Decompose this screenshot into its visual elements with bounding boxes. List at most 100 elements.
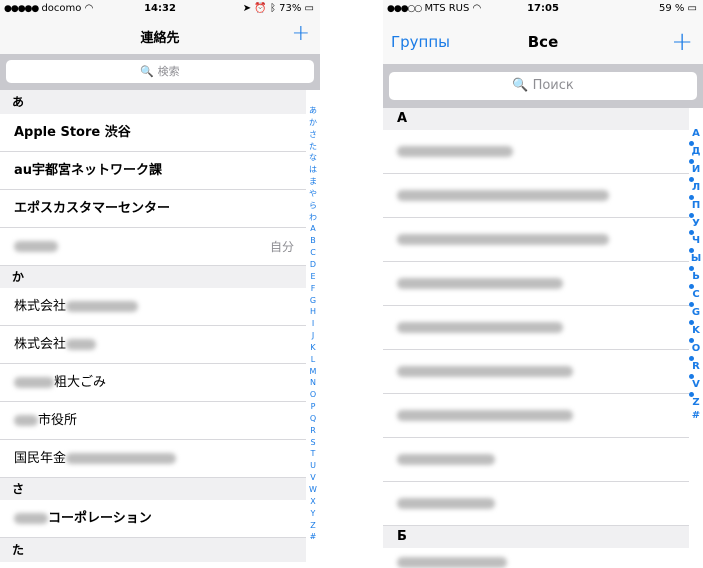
index-letter[interactable]: や [306, 188, 320, 200]
contact-row-redacted[interactable] [383, 218, 689, 262]
contact-name-redacted [14, 228, 58, 266]
index-letter[interactable]: L [306, 354, 320, 366]
index-letter[interactable]: # [306, 531, 320, 543]
index-letter[interactable]: А [689, 128, 703, 141]
section-index[interactable]: あかさたなはまやらわ A B C D E F G H I J K L M N O P Q R S T U V W X Y Z # [306, 105, 320, 543]
index-letter[interactable]: W [306, 484, 320, 496]
contacts-screen-russian: ●●●○○ MTS RUS ◠ 17:05 59 % ▭ Группы Все … [383, 0, 703, 568]
index-letter[interactable]: R [689, 361, 703, 374]
index-letter[interactable]: E [306, 271, 320, 283]
index-letter[interactable]: な [306, 152, 320, 164]
index-letter[interactable]: B [306, 235, 320, 247]
index-letter[interactable]: Ч [689, 235, 703, 248]
contact-row[interactable]: 株式会社 [0, 326, 306, 364]
contact-row-redacted[interactable] [383, 394, 689, 438]
index-letter[interactable]: さ [306, 129, 320, 141]
index-letter[interactable]: G [689, 307, 703, 320]
contact-row[interactable]: 国民年金 [0, 440, 306, 478]
index-letter[interactable]: K [689, 325, 703, 338]
index-letter[interactable]: ら [306, 200, 320, 212]
index-letter[interactable]: Ы [689, 253, 703, 266]
contact-name-redacted [397, 438, 495, 482]
battery-icon: ▭ [687, 3, 697, 14]
index-letter[interactable]: O [689, 343, 703, 356]
index-letter[interactable]: П [689, 200, 703, 213]
index-letter[interactable]: Z [306, 520, 320, 532]
index-letter[interactable]: あ [306, 105, 320, 117]
index-letter[interactable]: Ь [689, 271, 703, 284]
index-letter[interactable]: Л [689, 182, 703, 195]
index-letter[interactable]: G [306, 295, 320, 307]
index-letter[interactable]: X [306, 496, 320, 508]
index-letter[interactable]: D [306, 259, 320, 271]
index-letter[interactable]: H [306, 306, 320, 318]
index-letter[interactable]: V [689, 379, 703, 392]
index-letter[interactable]: S [306, 437, 320, 449]
contact-name: Apple Store 渋谷 [14, 125, 131, 140]
search-input[interactable]: 🔍 Поиск [389, 72, 697, 100]
index-letter[interactable]: # [689, 410, 703, 423]
index-letter[interactable]: Д [689, 146, 703, 159]
contact-name-redacted [397, 218, 609, 262]
section-index[interactable]: А Д И Л П У Ч Ы Ь С G K O R V Z # [689, 128, 703, 422]
section-header: か [0, 266, 306, 288]
index-letter[interactable]: た [306, 141, 320, 153]
index-letter[interactable]: P [306, 401, 320, 413]
index-letter[interactable]: は [306, 164, 320, 176]
index-letter[interactable]: F [306, 283, 320, 295]
index-letter[interactable]: K [306, 342, 320, 354]
add-contact-button[interactable]: + [292, 23, 310, 45]
contact-row[interactable]: 株式会社 [0, 288, 306, 326]
contact-row-redacted[interactable] [383, 350, 689, 394]
index-letter[interactable]: M [306, 366, 320, 378]
page-title: 連絡先 [140, 31, 180, 46]
index-letter[interactable]: O [306, 389, 320, 401]
index-letter[interactable]: Y [306, 508, 320, 520]
index-letter[interactable]: A [306, 223, 320, 235]
contact-row-apple-store[interactable]: Apple Store 渋谷 [0, 114, 306, 152]
index-letter[interactable]: Q [306, 413, 320, 425]
index-letter[interactable]: わ [306, 212, 320, 224]
contact-row-redacted[interactable] [383, 438, 689, 482]
index-letter[interactable]: У [689, 218, 703, 231]
page-title: Все [527, 33, 559, 51]
index-letter[interactable]: I [306, 318, 320, 330]
contact-row-redacted[interactable] [383, 482, 689, 526]
contact-row[interactable]: 粗大ごみ [0, 364, 306, 402]
contact-name: 株式会社 [14, 326, 97, 364]
section-header: た [0, 538, 306, 562]
contact-row-epos[interactable]: エポスカスタマーセンター [0, 190, 306, 228]
index-letter[interactable]: ま [306, 176, 320, 188]
index-letter[interactable]: С [689, 289, 703, 302]
navigation-bar: Группы Все + [383, 20, 703, 64]
contact-row-redacted[interactable] [383, 130, 689, 174]
index-letter[interactable]: И [689, 164, 703, 177]
index-letter[interactable]: N [306, 377, 320, 389]
index-letter[interactable]: C [306, 247, 320, 259]
contact-row-redacted[interactable] [383, 548, 689, 568]
index-letter[interactable]: Z [689, 397, 703, 410]
index-letter[interactable]: か [306, 117, 320, 129]
status-bar: ●●●○○ MTS RUS ◠ 17:05 59 % ▭ [383, 0, 703, 20]
contact-row-me[interactable]: 自分 [0, 228, 306, 266]
contact-row[interactable]: コーポレーション [0, 500, 306, 538]
index-letter[interactable]: T [306, 448, 320, 460]
alarm-icon: ⏰ [254, 3, 267, 14]
index-letter[interactable]: U [306, 460, 320, 472]
contact-name-redacted [397, 262, 563, 306]
search-input[interactable]: 🔍 検索 [6, 60, 314, 83]
contact-row-redacted[interactable] [383, 174, 689, 218]
contact-row[interactable]: 市役所 [0, 402, 306, 440]
location-icon: ➤ [242, 3, 252, 14]
contact-row-redacted[interactable] [383, 262, 689, 306]
contact-name: 粗大ごみ [14, 364, 106, 402]
contact-row-redacted[interactable] [383, 306, 689, 350]
contacts-screen-japanese: ●●●●● docomo ◠ 14:32 ➤ ⏰ ᛒ 73% ▭ 連絡先 + 🔍… [0, 0, 320, 568]
contact-row-au[interactable]: au宇都宮ネットワーク課 [0, 152, 306, 190]
contact-name: コーポレーション [14, 500, 152, 538]
contact-name-redacted [397, 306, 563, 350]
add-contact-button[interactable]: + [671, 29, 693, 55]
index-letter[interactable]: R [306, 425, 320, 437]
index-letter[interactable]: V [306, 472, 320, 484]
index-letter[interactable]: J [306, 330, 320, 342]
